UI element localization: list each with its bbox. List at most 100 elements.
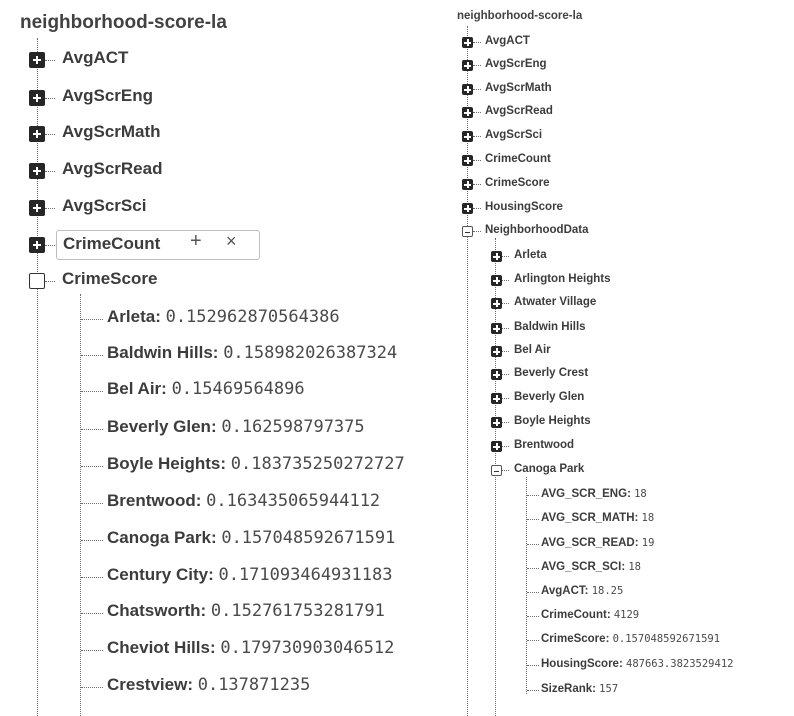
delete-node-button[interactable]: × bbox=[226, 231, 237, 252]
expand-plus-icon[interactable] bbox=[462, 203, 473, 214]
node-label[interactable]: AvgScrMath bbox=[485, 82, 552, 94]
node-label[interactable]: CrimeScore bbox=[485, 177, 550, 189]
node-label[interactable]: Canoga Park bbox=[514, 463, 584, 475]
tree-node-avgscrmath[interactable]: AvgScrMath bbox=[455, 81, 655, 98]
collapse-minus-icon[interactable] bbox=[462, 226, 473, 237]
leaf-row[interactable]: HousingScore: 487663.3823529412 bbox=[455, 657, 794, 674]
node-label[interactable]: HousingScore bbox=[485, 201, 563, 213]
expand-plus-icon[interactable] bbox=[462, 179, 473, 190]
tree-node-boyle-heights[interactable]: Boyle Heights bbox=[455, 414, 675, 431]
leaf-entry[interactable]: AVG_SCR_SCI: 18 bbox=[541, 561, 641, 573]
leaf-row[interactable]: Cheviot Hills: 0.179730903046512 bbox=[0, 637, 448, 663]
tree-node-avgscrsci[interactable]: AvgScrSci bbox=[455, 128, 655, 145]
leaf-entry[interactable]: Beverly Glen: 0.162598797375 bbox=[107, 417, 365, 437]
node-label[interactable]: Brentwood bbox=[514, 439, 574, 451]
leaf-row[interactable]: CrimeCount: 4129 bbox=[455, 608, 794, 625]
node-label[interactable]: Arleta bbox=[514, 249, 547, 261]
leaf-row[interactable]: Canoga Park: 0.157048592671591 bbox=[0, 527, 448, 553]
expand-plus-icon[interactable] bbox=[29, 90, 45, 106]
expand-plus-icon[interactable] bbox=[491, 441, 502, 452]
tree-node-avgscreng[interactable]: AvgScrEng bbox=[0, 85, 300, 111]
root-node-label[interactable]: neighborhood-score-la bbox=[20, 12, 227, 34]
expand-plus-icon[interactable] bbox=[29, 200, 45, 216]
tree-node-neighborhooddata[interactable]: NeighborhoodData bbox=[455, 223, 655, 240]
expand-plus-icon[interactable] bbox=[462, 107, 473, 118]
leaf-entry[interactable]: CrimeCount: 4129 bbox=[541, 609, 639, 621]
tree-node-arleta[interactable]: Arleta bbox=[455, 248, 675, 265]
leaf-row[interactable]: CrimeScore: 0.157048592671591 bbox=[455, 632, 794, 649]
root-node-label[interactable]: neighborhood-score-la bbox=[457, 10, 582, 22]
leaf-row[interactable]: Bel Air: 0.15469564896 bbox=[0, 378, 448, 404]
tree-node-avgscreng[interactable]: AvgScrEng bbox=[455, 57, 655, 74]
tree-node-crimecount[interactable]: CrimeCount bbox=[455, 152, 655, 169]
leaf-row[interactable]: Brentwood: 0.163435065944112 bbox=[0, 490, 448, 516]
node-label[interactable]: AvgScrRead bbox=[62, 159, 162, 179]
tree-node-baldwin-hills[interactable]: Baldwin Hills bbox=[455, 320, 675, 337]
leaf-row[interactable]: AVG_SCR_ENG: 18 bbox=[455, 487, 794, 504]
leaf-entry[interactable]: Bel Air: 0.15469564896 bbox=[107, 379, 305, 399]
tree-node-canoga-park[interactable]: Canoga Park bbox=[455, 462, 675, 479]
tree-node-avgscrsci[interactable]: AvgScrSci bbox=[0, 195, 300, 221]
leaf-entry[interactable]: SizeRank: 157 bbox=[541, 683, 618, 695]
node-edit-box[interactable]: CrimeCount + × bbox=[56, 230, 260, 260]
expand-plus-icon[interactable] bbox=[491, 323, 502, 334]
node-label[interactable]: Baldwin Hills bbox=[514, 321, 586, 333]
expand-plus-icon[interactable] bbox=[462, 131, 473, 142]
leaf-entry[interactable]: AvgACT: 18.25 bbox=[541, 585, 623, 597]
expand-plus-icon[interactable] bbox=[462, 37, 473, 48]
node-label[interactable]: AvgScrMath bbox=[62, 122, 161, 142]
expand-plus-icon[interactable] bbox=[462, 60, 473, 71]
node-label[interactable]: AvgScrEng bbox=[62, 86, 153, 106]
leaf-entry[interactable]: Arleta: 0.152962870564386 bbox=[107, 307, 340, 327]
expand-plus-icon[interactable] bbox=[29, 52, 45, 68]
expand-plus-icon[interactable] bbox=[491, 346, 502, 357]
leaf-entry[interactable]: Brentwood: 0.163435065944112 bbox=[107, 491, 380, 511]
node-label[interactable]: Beverly Glen bbox=[514, 391, 584, 403]
tree-node-crimescore[interactable]: CrimeScore bbox=[0, 268, 300, 294]
leaf-row[interactable]: Chatsworth: 0.152761753281791 bbox=[0, 600, 448, 626]
expand-plus-icon[interactable] bbox=[29, 126, 45, 142]
node-label[interactable]: AvgScrSci bbox=[485, 129, 542, 141]
tree-node-avgscrmath[interactable]: AvgScrMath bbox=[0, 121, 300, 147]
leaf-entry[interactable]: Baldwin Hills: 0.158982026387324 bbox=[107, 343, 397, 363]
node-label[interactable]: CrimeScore bbox=[62, 269, 157, 289]
node-label[interactable]: CrimeCount bbox=[485, 153, 551, 165]
collapse-minus-icon[interactable] bbox=[491, 465, 502, 476]
expand-plus-icon[interactable] bbox=[491, 393, 502, 404]
node-label[interactable]: Beverly Crest bbox=[514, 367, 588, 379]
leaf-row[interactable]: Arleta: 0.152962870564386 bbox=[0, 306, 448, 332]
leaf-entry[interactable]: Cheviot Hills: 0.179730903046512 bbox=[107, 638, 394, 658]
node-label[interactable]: AvgACT bbox=[62, 48, 128, 68]
leaf-entry[interactable]: Canoga Park: 0.157048592671591 bbox=[107, 528, 395, 548]
leaf-entry[interactable]: AVG_SCR_ENG: 18 bbox=[541, 488, 647, 500]
node-label[interactable]: AvgScrRead bbox=[485, 105, 553, 117]
leaf-row[interactable]: AVG_SCR_READ: 19 bbox=[455, 536, 794, 553]
tree-node-beverly-glen[interactable]: Beverly Glen bbox=[455, 390, 675, 407]
tree-node-avgact[interactable]: AvgACT bbox=[0, 47, 300, 73]
leaf-entry[interactable]: Boyle Heights: 0.183735250272727 bbox=[107, 454, 405, 474]
tree-node-avgact[interactable]: AvgACT bbox=[455, 34, 655, 51]
collapse-minus-icon[interactable] bbox=[29, 273, 45, 289]
tree-node-atwater-village[interactable]: Atwater Village bbox=[455, 295, 675, 312]
node-label[interactable]: AvgScrEng bbox=[485, 58, 547, 70]
node-label[interactable]: Bel Air bbox=[514, 344, 551, 356]
expand-plus-icon[interactable] bbox=[29, 163, 45, 179]
tree-node-bel-air[interactable]: Bel Air bbox=[455, 343, 675, 360]
expand-plus-icon[interactable] bbox=[491, 298, 502, 309]
leaf-entry[interactable]: Chatsworth: 0.152761753281791 bbox=[107, 601, 385, 621]
node-label[interactable]: Boyle Heights bbox=[514, 415, 591, 427]
tree-node-brentwood[interactable]: Brentwood bbox=[455, 438, 675, 455]
leaf-entry[interactable]: Crestview: 0.137871235 bbox=[107, 675, 310, 695]
tree-node-crimecount[interactable]: CrimeCount + × bbox=[0, 230, 300, 260]
node-label[interactable]: Arlington Heights bbox=[514, 273, 610, 285]
leaf-row[interactable]: SizeRank: 157 bbox=[455, 682, 794, 699]
expand-plus-icon[interactable] bbox=[29, 237, 45, 253]
leaf-entry[interactable]: AVG_SCR_MATH: 18 bbox=[541, 512, 654, 524]
tree-node-crimescore[interactable]: CrimeScore bbox=[455, 176, 655, 193]
tree-node-beverly-crest[interactable]: Beverly Crest bbox=[455, 366, 675, 383]
node-label[interactable]: CrimeCount bbox=[63, 234, 160, 254]
expand-plus-icon[interactable] bbox=[462, 155, 473, 166]
tree-node-avgscrread[interactable]: AvgScrRead bbox=[455, 104, 655, 121]
leaf-row[interactable]: Baldwin Hills: 0.158982026387324 bbox=[0, 342, 448, 368]
expand-plus-icon[interactable] bbox=[462, 84, 473, 95]
